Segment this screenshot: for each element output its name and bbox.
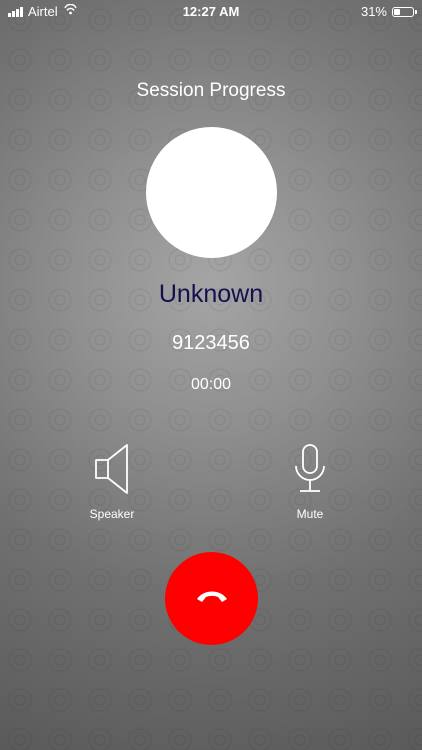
speaker-icon <box>62 437 162 495</box>
speaker-label: Speaker <box>89 507 135 521</box>
status-right: 31% <box>360 4 417 19</box>
status-time: 12:27 AM <box>182 4 240 19</box>
mute-button[interactable]: Mute <box>260 437 360 521</box>
battery-icon <box>392 6 417 17</box>
call-status-title: Session Progress <box>136 80 286 101</box>
caller-number: 9123456 <box>172 332 250 354</box>
end-call-button[interactable] <box>165 552 258 645</box>
call-duration: 00:00 <box>190 376 232 393</box>
speaker-button[interactable]: Speaker <box>62 437 162 521</box>
battery-percent: 31% <box>360 4 387 19</box>
status-bar: Airtel 12:27 AM 31% <box>0 0 422 24</box>
caller-avatar <box>146 127 277 258</box>
microphone-icon <box>260 437 360 495</box>
hang-up-icon <box>195 588 229 609</box>
caller-name: Unknown <box>158 280 264 308</box>
mute-label: Mute <box>296 507 324 521</box>
